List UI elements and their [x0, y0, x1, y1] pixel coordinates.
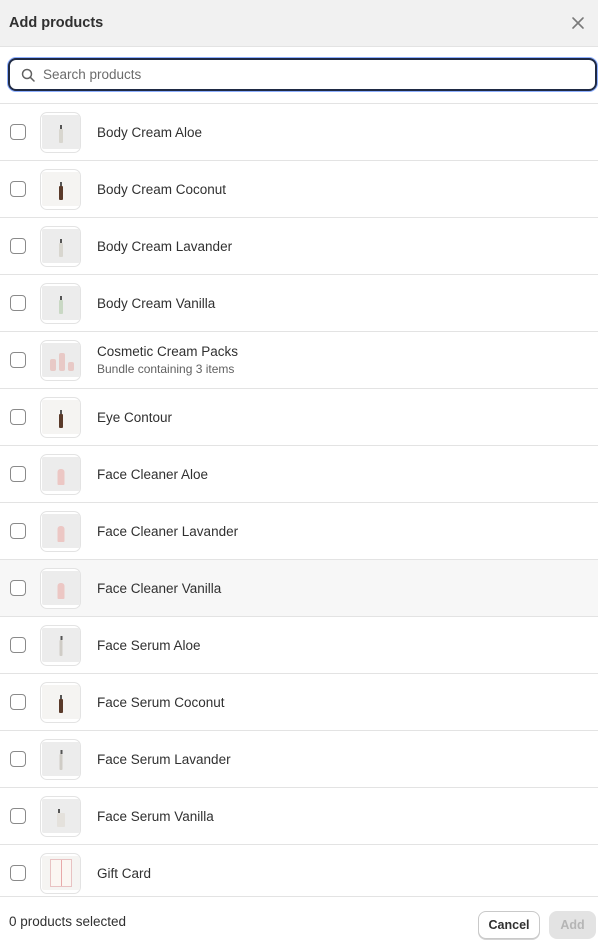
product-thumbnail — [40, 453, 81, 495]
search-icon — [21, 68, 35, 82]
product-checkbox[interactable] — [10, 637, 26, 653]
product-name: Eye Contour — [97, 409, 173, 425]
product-name: Body Cream Vanilla — [97, 295, 216, 311]
product-image — [41, 229, 80, 263]
product-thumbnail — [40, 282, 81, 324]
product-thumbnail — [40, 681, 81, 723]
product-info: Body Cream Aloe — [97, 125, 202, 140]
product-thumbnail — [40, 225, 81, 267]
product-checkbox[interactable] — [10, 124, 26, 140]
product-row[interactable]: Face Serum Coconut — [0, 674, 598, 731]
product-info: Face Cleaner Vanilla — [97, 581, 221, 596]
modal-header: Add products — [0, 0, 598, 47]
product-row[interactable]: Face Cleaner Vanilla — [0, 560, 598, 617]
product-row[interactable]: Body Cream Vanilla — [0, 275, 598, 332]
search-input[interactable] — [43, 67, 595, 82]
product-info: Face Cleaner Aloe — [97, 467, 208, 482]
product-checkbox[interactable] — [10, 865, 26, 881]
product-name: Face Serum Vanilla — [97, 808, 214, 824]
product-thumbnail — [40, 510, 81, 552]
product-subtitle: Bundle containing 3 items — [97, 362, 235, 376]
product-checkbox[interactable] — [10, 181, 26, 197]
product-image — [41, 799, 80, 833]
close-button[interactable] — [567, 12, 589, 34]
product-name: Face Serum Aloe — [97, 637, 201, 653]
product-name: Gift Card — [97, 865, 152, 881]
product-row[interactable]: Face Serum Aloe — [0, 617, 598, 674]
product-row[interactable]: Body Cream Coconut — [0, 161, 598, 218]
product-row[interactable]: Eye Contour — [0, 389, 598, 446]
product-info: Face Serum Vanilla — [97, 809, 214, 824]
product-image — [41, 172, 80, 206]
product-thumbnail — [40, 396, 81, 438]
product-row[interactable]: Gift Card — [0, 845, 598, 896]
product-name: Body Cream Coconut — [97, 181, 227, 197]
product-image — [41, 685, 80, 719]
product-image — [41, 856, 80, 890]
product-row[interactable]: Face Serum Lavander — [0, 731, 598, 788]
product-info: Body Cream Vanilla — [97, 296, 215, 311]
product-image — [41, 514, 80, 548]
product-checkbox[interactable] — [10, 580, 26, 596]
product-row[interactable]: Body Cream Aloe — [0, 104, 598, 161]
add-products-modal: Add products Body Cream Aloe Body Cream C… — [0, 0, 598, 946]
close-icon — [572, 17, 584, 29]
product-checkbox[interactable] — [10, 808, 26, 824]
product-info: Body Cream Coconut — [97, 182, 226, 197]
product-info: Face Serum Lavander — [97, 752, 231, 767]
product-checkbox[interactable] — [10, 409, 26, 425]
product-name: Face Cleaner Lavander — [97, 523, 239, 539]
search-field[interactable] — [8, 58, 597, 91]
product-name: Body Cream Lavander — [97, 238, 233, 254]
selected-count: 0 products selected — [9, 914, 127, 929]
product-thumbnail — [40, 738, 81, 780]
modal-title: Add products — [9, 15, 104, 31]
product-checkbox[interactable] — [10, 694, 26, 710]
product-info: Cosmetic Cream Packs Bundle containing 3 … — [97, 344, 238, 376]
product-image — [41, 343, 80, 377]
product-image — [41, 457, 80, 491]
product-row[interactable]: Cosmetic Cream Packs Bundle containing 3 … — [0, 332, 598, 389]
add-button[interactable]: Add — [549, 911, 596, 939]
product-name: Body Cream Aloe — [97, 124, 203, 140]
product-list: Body Cream Aloe Body Cream Coconut Body Cr… — [0, 103, 598, 896]
product-checkbox[interactable] — [10, 238, 26, 254]
product-info: Face Cleaner Lavander — [97, 524, 238, 539]
product-name: Face Cleaner Aloe — [97, 466, 209, 482]
product-name: Face Cleaner Vanilla — [97, 580, 222, 596]
product-checkbox[interactable] — [10, 751, 26, 767]
modal-footer: 0 products selected Cancel Add — [0, 896, 598, 946]
product-thumbnail — [40, 339, 81, 381]
product-thumbnail — [40, 624, 81, 666]
product-info: Face Serum Coconut — [97, 695, 225, 710]
product-thumbnail — [40, 852, 81, 894]
product-row[interactable]: Face Cleaner Aloe — [0, 446, 598, 503]
product-checkbox[interactable] — [10, 466, 26, 482]
product-name: Face Serum Lavander — [97, 751, 231, 767]
product-name: Face Serum Coconut — [97, 694, 225, 710]
product-image — [41, 400, 80, 434]
product-thumbnail — [40, 795, 81, 837]
product-row[interactable]: Face Cleaner Lavander — [0, 503, 598, 560]
cancel-button[interactable]: Cancel — [478, 911, 540, 939]
product-info: Gift Card — [97, 866, 151, 881]
product-row[interactable]: Face Serum Vanilla — [0, 788, 598, 845]
product-checkbox[interactable] — [10, 523, 26, 539]
product-image — [41, 571, 80, 605]
product-info: Eye Contour — [97, 410, 172, 425]
product-image — [41, 286, 80, 320]
product-thumbnail — [40, 168, 81, 210]
product-image — [41, 742, 80, 776]
product-image — [41, 115, 80, 149]
product-thumbnail — [40, 111, 81, 153]
product-row[interactable]: Body Cream Lavander — [0, 218, 598, 275]
product-checkbox[interactable] — [10, 352, 26, 368]
product-info: Face Serum Aloe — [97, 638, 201, 653]
product-image — [41, 628, 80, 662]
product-info: Body Cream Lavander — [97, 239, 232, 254]
product-checkbox[interactable] — [10, 295, 26, 311]
product-name: Cosmetic Cream Packs — [97, 344, 239, 359]
product-thumbnail — [40, 567, 81, 609]
